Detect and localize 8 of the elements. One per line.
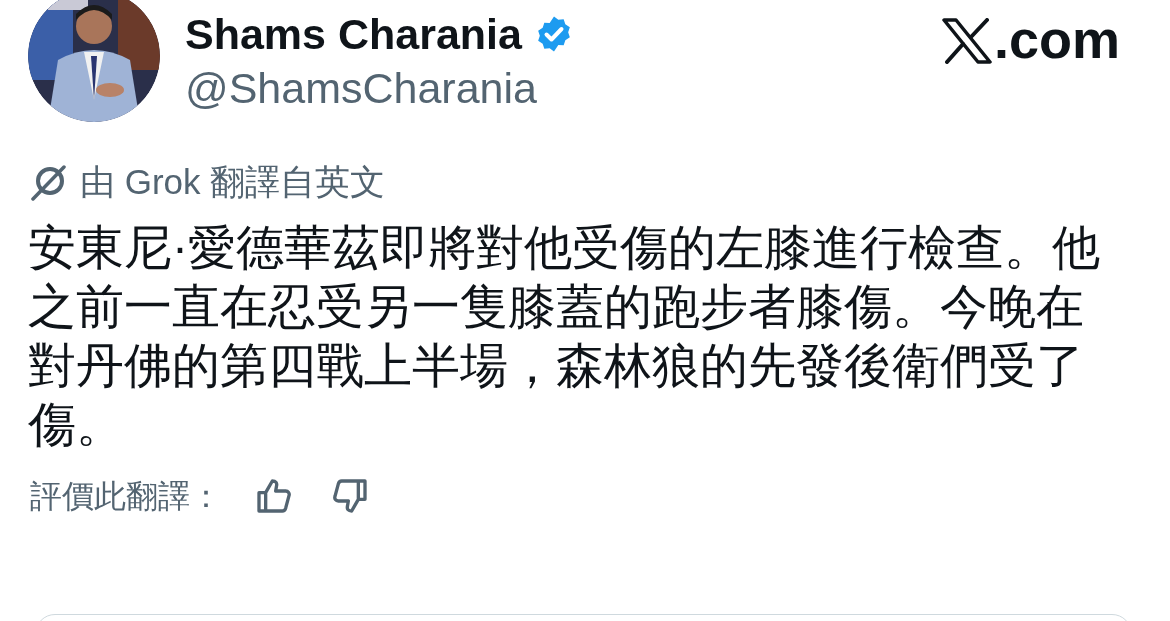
rate-translation-label: 評價此翻譯： <box>30 477 222 516</box>
grok-icon <box>30 163 68 201</box>
x-logo-icon <box>941 18 992 64</box>
author-name[interactable]: Shams Charania <box>185 10 522 58</box>
post-text: 安東尼·愛德華茲即將對他受傷的左膝進行檢查。他之前一直在忍受另一隻膝蓋的跑步者膝傷。今晚在對丹佛的第四戰上半場，森林狼的先發後衛們受了傷。 <box>27 220 1101 453</box>
author-handle[interactable]: @ShamsCharania <box>185 64 574 112</box>
site-domain: .com <box>993 14 1120 64</box>
translation-note: 由 Grok 翻譯自英文 <box>80 161 386 203</box>
